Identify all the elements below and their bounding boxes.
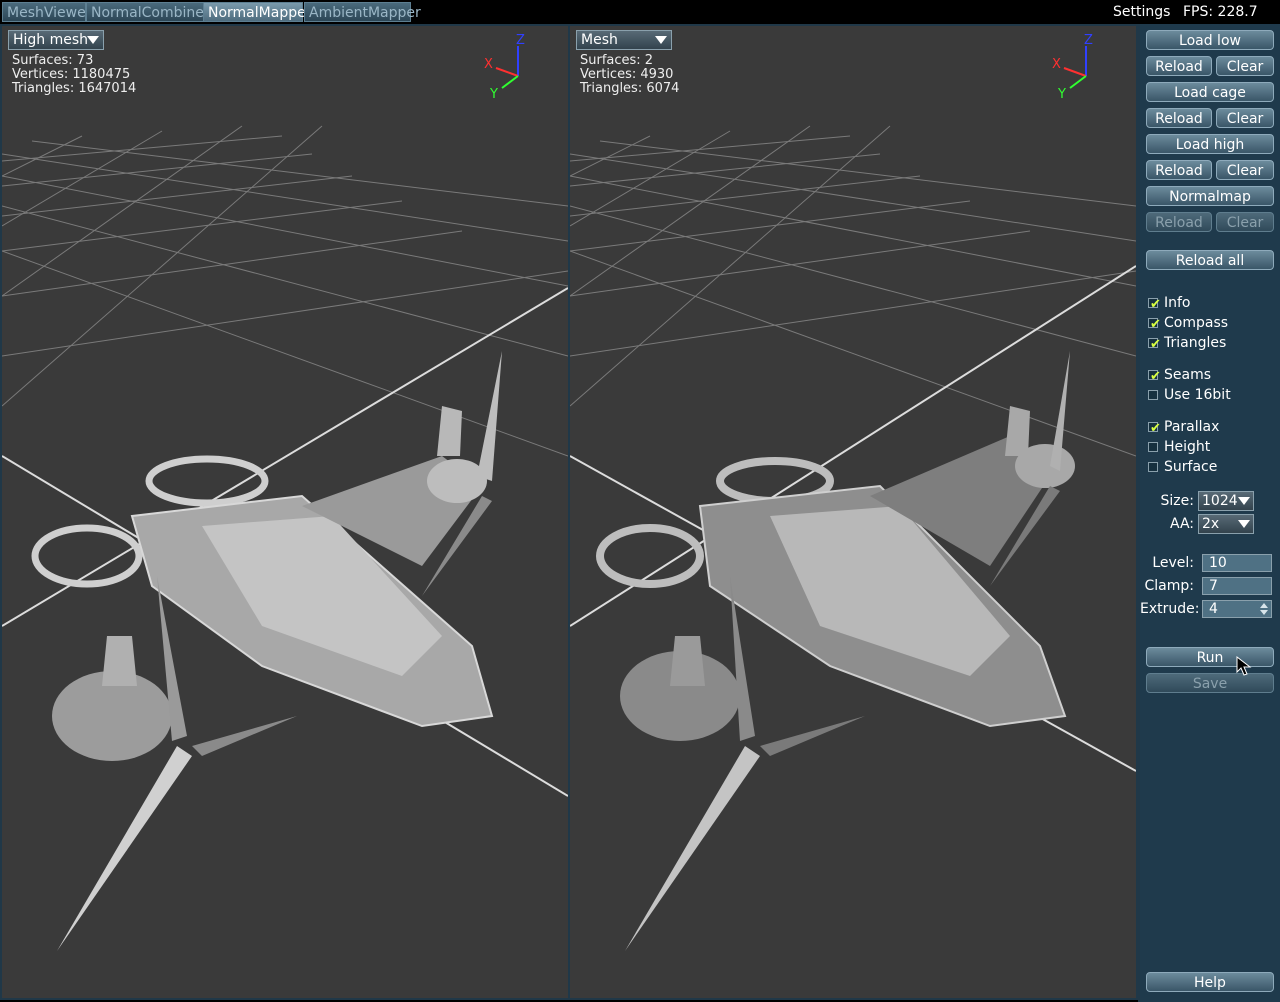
scene-render [570, 125, 1136, 951]
checkbox-box [1148, 462, 1158, 472]
level-label: Level: [1152, 555, 1194, 571]
checkbox-box: ✔ [1148, 297, 1161, 312]
reload-low-button[interactable]: Reload [1146, 56, 1212, 76]
fps-readout: FPS: 228.7 [1183, 4, 1258, 20]
run-button[interactable]: Run [1146, 647, 1274, 667]
checkbox-box: ✔ [1148, 317, 1161, 332]
checkbox-label: Parallax [1164, 419, 1220, 435]
help-button[interactable]: Help [1146, 972, 1274, 992]
checkbox-label: Seams [1164, 367, 1212, 383]
checkmark-icon: ✔ [1150, 421, 1161, 436]
axis-y-label: Y [489, 87, 498, 102]
reload-all-button[interactable]: Reload all [1146, 250, 1274, 270]
axis-x-label: X [1052, 57, 1061, 72]
checkmark-icon: ✔ [1150, 297, 1161, 312]
aircraft-low [596, 351, 1075, 951]
top-bar: MeshViewer NormalCombiner NormalMapper A… [0, 0, 1280, 24]
mesh-stats: Surfaces: 2 Vertices: 4930 Triangles: 60… [580, 54, 679, 96]
save-button[interactable]: Save [1146, 673, 1274, 693]
checkbox-label: Triangles [1164, 335, 1227, 351]
checkbox-label: Compass [1164, 315, 1229, 331]
extrude-stepper[interactable]: 4 [1202, 600, 1272, 618]
compass-icon: Z X Y [484, 33, 525, 102]
checkbox-box [1148, 442, 1158, 452]
size-label: Size: [1160, 493, 1194, 509]
stat-vertices: Vertices: 4930 [580, 67, 674, 82]
load-high-button[interactable]: Load high [1146, 134, 1274, 154]
axis-y-label: Y [1057, 87, 1066, 102]
clear-cage-button[interactable]: Clear [1216, 108, 1274, 128]
axis-z-label: Z [1084, 33, 1093, 48]
settings-link[interactable]: Settings [1113, 2, 1170, 22]
reload-cage-button[interactable]: Reload [1146, 108, 1212, 128]
stat-triangles: Triangles: 6074 [580, 81, 680, 96]
checkbox-box: ✔ [1148, 369, 1161, 384]
aa-dropdown[interactable]: 2x [1198, 514, 1254, 534]
clamp-label: Clamp: [1144, 578, 1195, 594]
load-cage-button[interactable]: Load cage [1146, 82, 1274, 102]
mesh-select-value: High mesh [13, 32, 89, 48]
control-panel: Load low Reload Clear Load cage Reload C… [1138, 24, 1280, 1002]
checkbox-label: Surface [1164, 459, 1218, 475]
checkbox-box [1148, 390, 1158, 400]
checkmark-icon: ✔ [1150, 337, 1161, 352]
checkbox-box: ✔ [1148, 337, 1161, 352]
compass-icon: Z X Y [1052, 33, 1093, 102]
chevron-down-icon [655, 36, 667, 44]
axis-x-label: X [484, 57, 493, 72]
checkbox-label: Use 16bit [1164, 387, 1231, 403]
mesh-stats: Surfaces: 73 Vertices: 1180475 Triangles… [12, 54, 136, 96]
reload-normalmap-button[interactable]: Reload [1146, 212, 1212, 232]
level-input[interactable]: 10 [1202, 554, 1272, 572]
axis-z-label: Z [516, 33, 525, 48]
size-value: 1024 [1202, 493, 1238, 509]
aircraft-high [31, 351, 502, 951]
mesh-select-value: Mesh [581, 32, 618, 48]
reload-high-button[interactable]: Reload [1146, 160, 1212, 180]
checkmark-icon: ✔ [1150, 317, 1161, 332]
stat-vertices: Vertices: 1180475 [12, 67, 131, 82]
checkmark-icon: ✔ [1150, 369, 1161, 384]
mesh-select-dropdown[interactable]: High mesh [8, 30, 104, 50]
chevron-down-icon [1238, 520, 1250, 528]
checkbox-box: ✔ [1148, 421, 1161, 436]
size-dropdown[interactable]: 1024 [1198, 491, 1254, 511]
chevron-down-icon [87, 36, 99, 44]
checkbox-label: Height [1164, 439, 1211, 455]
clear-low-button[interactable]: Clear [1216, 56, 1274, 76]
clamp-input[interactable]: 7 [1202, 577, 1272, 595]
viewport-low-mesh[interactable]: Mesh Surfaces: 2 Vertices: 4930 Triangle… [568, 24, 1138, 1000]
scene-render [2, 125, 568, 951]
aa-value: 2x [1202, 516, 1220, 532]
extrude-label: Extrude: [1140, 601, 1200, 617]
clear-high-button[interactable]: Clear [1216, 160, 1274, 180]
load-low-button[interactable]: Load low [1146, 30, 1274, 50]
tab-meshviewer[interactable]: MeshViewer [2, 2, 91, 22]
tab-ambientmapper[interactable]: AmbientMapper [304, 2, 421, 22]
mesh-select-dropdown[interactable]: Mesh [576, 30, 672, 50]
stat-surfaces: Surfaces: 73 [12, 53, 94, 68]
tab-normalcombiner[interactable]: NormalCombiner [86, 2, 210, 22]
extrude-value: 4 [1209, 601, 1218, 617]
stat-surfaces: Surfaces: 2 [580, 53, 654, 68]
stepper-arrows-icon[interactable] [1259, 602, 1269, 616]
viewport-high-mesh[interactable]: High mesh Surfaces: 73 Vertices: 1180475… [0, 24, 570, 1000]
normalmap-button[interactable]: Normalmap [1146, 186, 1274, 206]
stat-triangles: Triangles: 1647014 [12, 81, 137, 96]
tab-normalmapper[interactable]: NormalMapper [203, 2, 311, 22]
mouse-cursor-icon [1236, 656, 1252, 676]
aa-label: AA: [1169, 516, 1194, 532]
clear-normalmap-button[interactable]: Clear [1216, 212, 1274, 232]
checkbox-label: Info [1164, 295, 1191, 311]
chevron-down-icon [1238, 497, 1250, 505]
